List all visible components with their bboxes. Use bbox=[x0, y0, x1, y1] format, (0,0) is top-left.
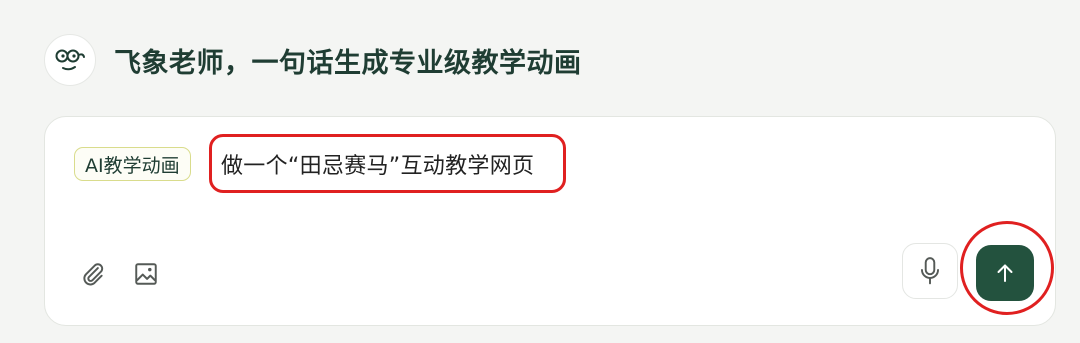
arrow-up-icon bbox=[997, 264, 1013, 282]
image-upload-button[interactable] bbox=[128, 256, 164, 292]
attach-button[interactable] bbox=[75, 256, 111, 292]
avatar bbox=[44, 34, 96, 86]
mode-tag[interactable]: AI教学动画 bbox=[74, 147, 191, 181]
image-icon bbox=[135, 263, 157, 285]
chat-composer: AI教学动画 做一个“田忌赛马”互动教学网页 bbox=[44, 116, 1056, 326]
cartoon-face-with-glasses-icon bbox=[55, 49, 85, 71]
prompt-highlight[interactable]: 做一个“田忌赛马”互动教学网页 bbox=[209, 134, 566, 193]
microphone-icon bbox=[921, 257, 939, 285]
paperclip-icon bbox=[83, 263, 104, 286]
header: 飞象老师，一句话生成专业级教学动画 bbox=[44, 33, 582, 87]
send-button[interactable] bbox=[976, 245, 1034, 301]
voice-input-button[interactable] bbox=[902, 243, 958, 299]
page-title: 飞象老师，一句话生成专业级教学动画 bbox=[114, 47, 582, 79]
prompt-input[interactable]: 做一个“田忌赛马”互动教学网页 bbox=[221, 148, 534, 180]
